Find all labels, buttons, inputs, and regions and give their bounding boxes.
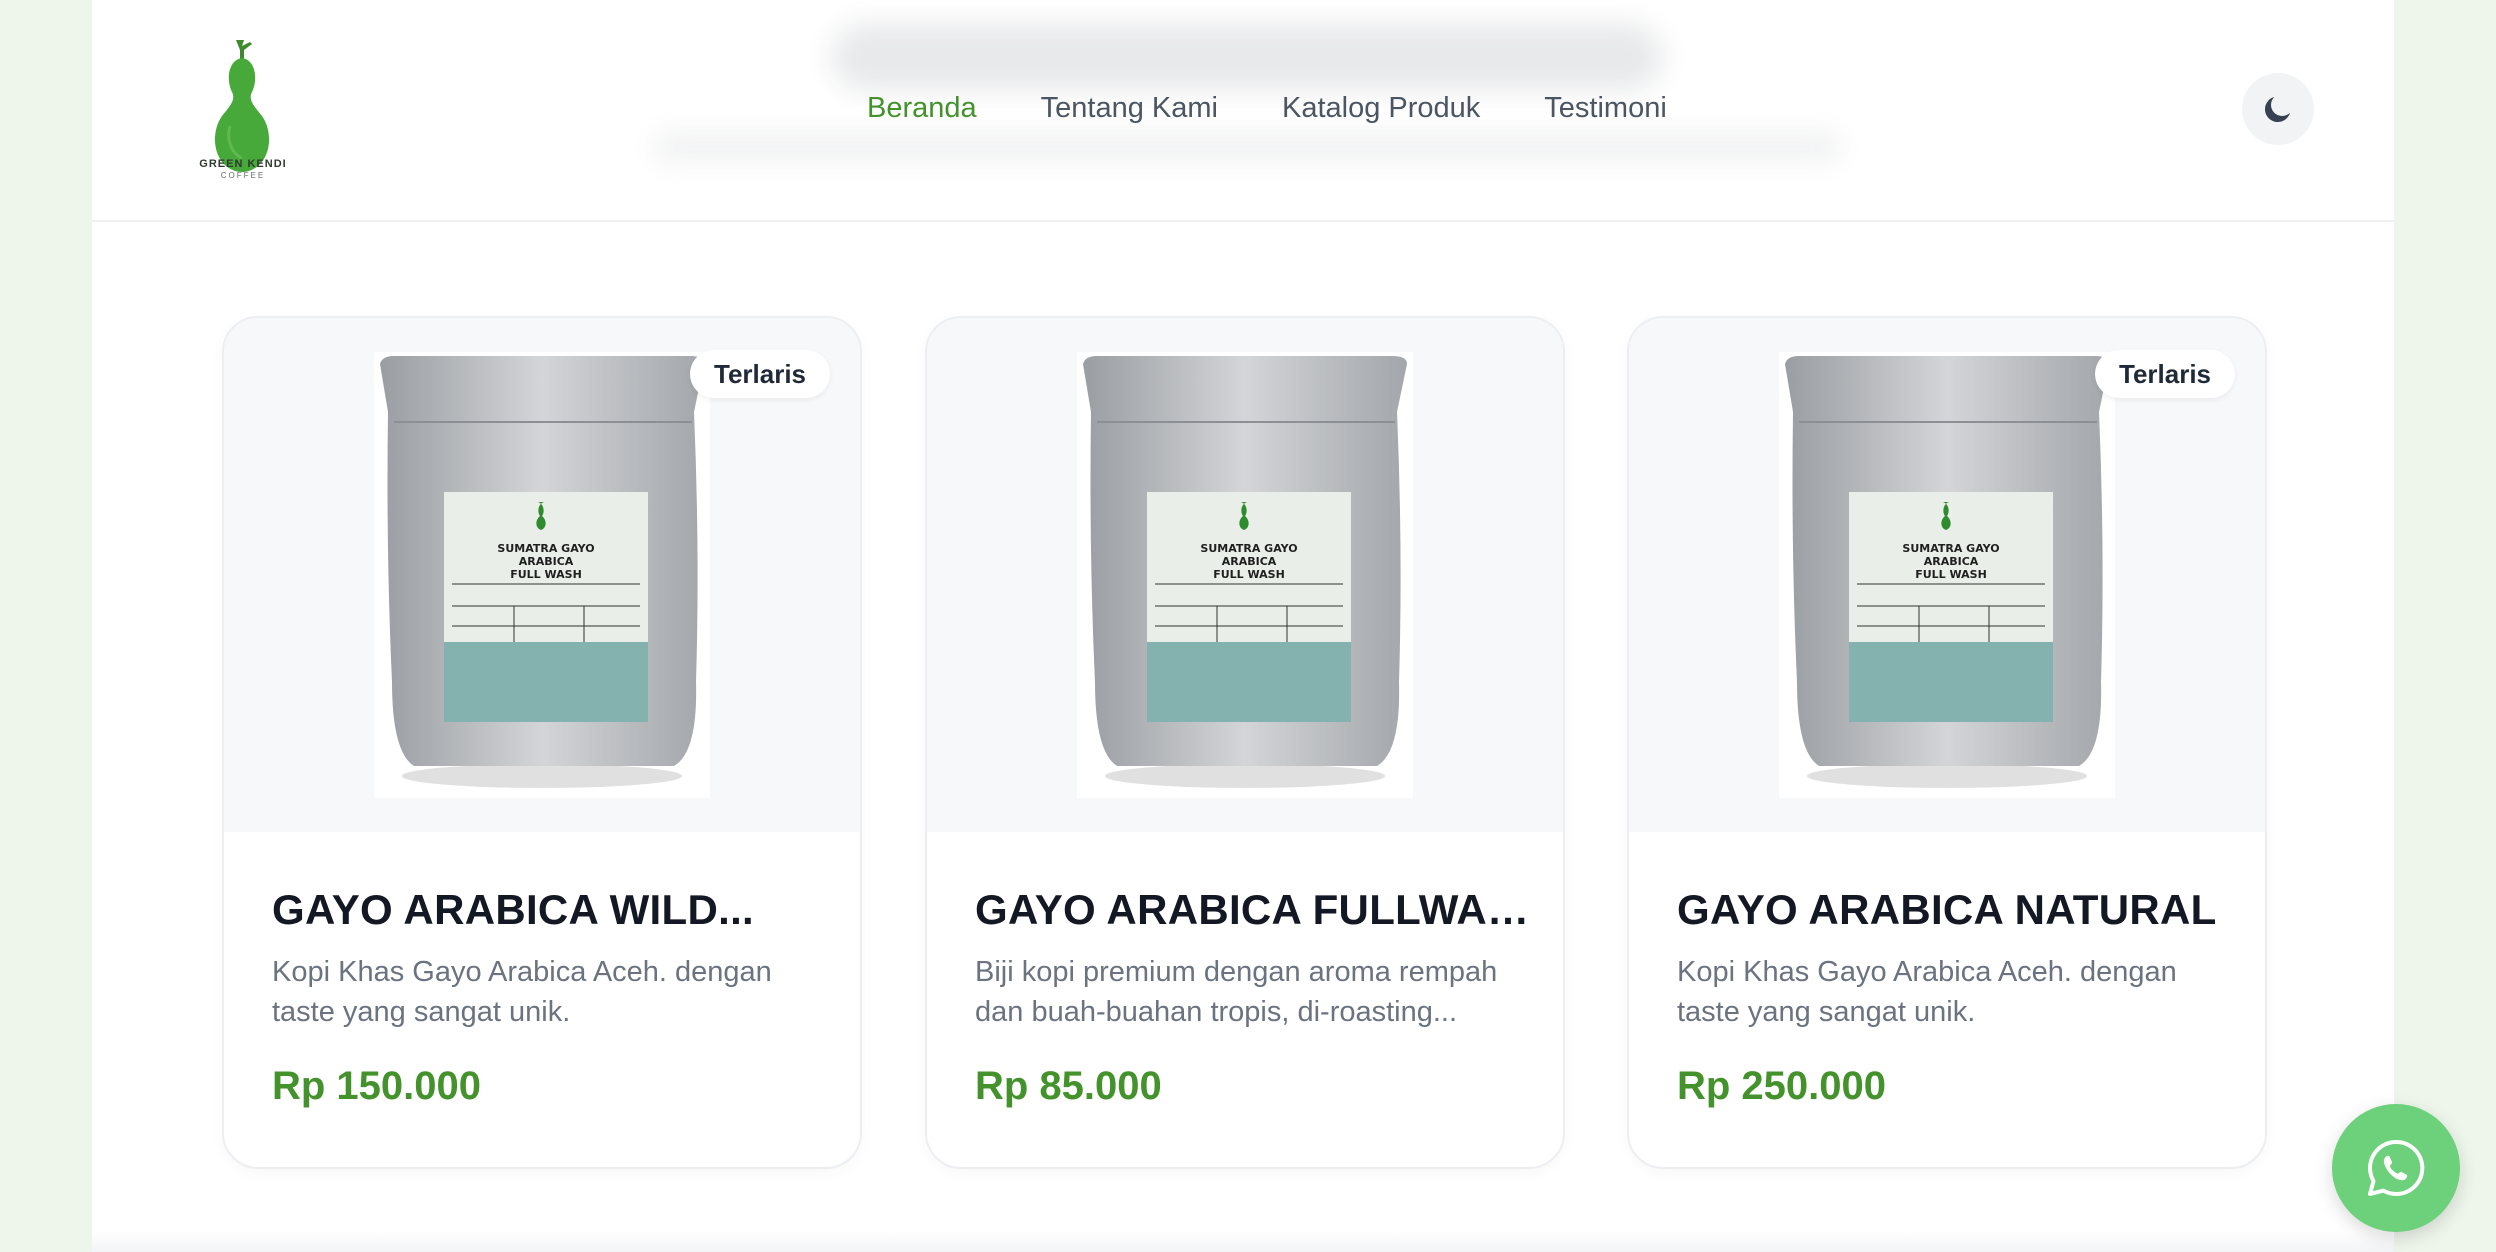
bestseller-badge: Terlaris [690,350,831,398]
blurred-hero-subtitle [652,130,1842,164]
section-divider [92,1232,2394,1252]
product-card[interactable]: SUMATRA GAYO ARABICA FULL WASH Terlaris … [222,316,862,1169]
site-header: GREEN KENDI COFFEE Beranda Tentang Kami … [92,0,2394,222]
page: GREEN KENDI COFFEE Beranda Tentang Kami … [92,0,2394,1252]
product-title[interactable]: GAYO ARABICA NATURAL [1677,886,2237,934]
svg-text:FULL WASH: FULL WASH [1213,568,1285,581]
product-image-area: SUMATRA GAYO ARABICA FULL WASH [927,318,1563,832]
nav-item-katalog-produk[interactable]: Katalog Produk [1282,92,1480,125]
whatsapp-button[interactable] [2332,1104,2460,1232]
svg-text:SUMATRA GAYO: SUMATRA GAYO [1902,542,1999,555]
product-price: Rp 150.000 [272,1064,482,1108]
svg-text:ARABICA: ARABICA [519,555,574,568]
bestseller-badge: Terlaris [2095,350,2236,398]
product-image: SUMATRA GAYO ARABICA FULL WASH [374,352,710,798]
product-image: SUMATRA GAYO ARABICA FULL WASH [1779,352,2115,798]
svg-text:FULL WASH: FULL WASH [1915,568,1987,581]
brand-tagline: COFFEE [220,171,266,180]
logo-wordmark: GREEN KENDI COFFEE [188,158,298,182]
theme-toggle-button[interactable] [2242,73,2314,145]
product-description: Biji kopi premium dengan aroma rempah da… [975,956,1498,1028]
product-price: Rp 250.000 [1677,1064,1887,1108]
nav-item-testimoni[interactable]: Testimoni [1544,92,1667,125]
brand-name: GREEN KENDI [199,158,287,170]
nav-item-tentang-kami[interactable]: Tentang Kami [1041,92,1218,125]
moon-icon [2264,97,2290,123]
product-price: Rp 85.000 [975,1064,1162,1108]
product-title[interactable]: GAYO ARABICA WILD... [272,886,832,934]
product-card[interactable]: SUMATRA GAYO ARABICA FULL WASH Terlaris … [1627,316,2267,1169]
product-description: Kopi Khas Gayo Arabica Aceh. dengan tast… [1677,956,2177,1028]
product-title[interactable]: GAYO ARABICA FULLWASH [975,886,1535,934]
whatsapp-icon [2368,1139,2425,1196]
image-label-text: SUMATRA GAYO [497,542,594,555]
main-nav: Beranda Tentang Kami Katalog Produk Test… [867,92,1667,125]
nav-item-beranda[interactable]: Beranda [867,92,977,125]
svg-text:ARABICA: ARABICA [1222,555,1277,568]
product-description: Kopi Khas Gayo Arabica Aceh. dengan tast… [272,956,772,1028]
product-card[interactable]: SUMATRA GAYO ARABICA FULL WASH GAYO ARAB… [925,316,1565,1169]
svg-text:FULL WASH: FULL WASH [510,568,582,581]
product-image: SUMATRA GAYO ARABICA FULL WASH [1077,352,1413,798]
svg-text:ARABICA: ARABICA [1924,555,1979,568]
blurred-hero-title [832,24,1662,90]
svg-text:SUMATRA GAYO: SUMATRA GAYO [1200,542,1297,555]
